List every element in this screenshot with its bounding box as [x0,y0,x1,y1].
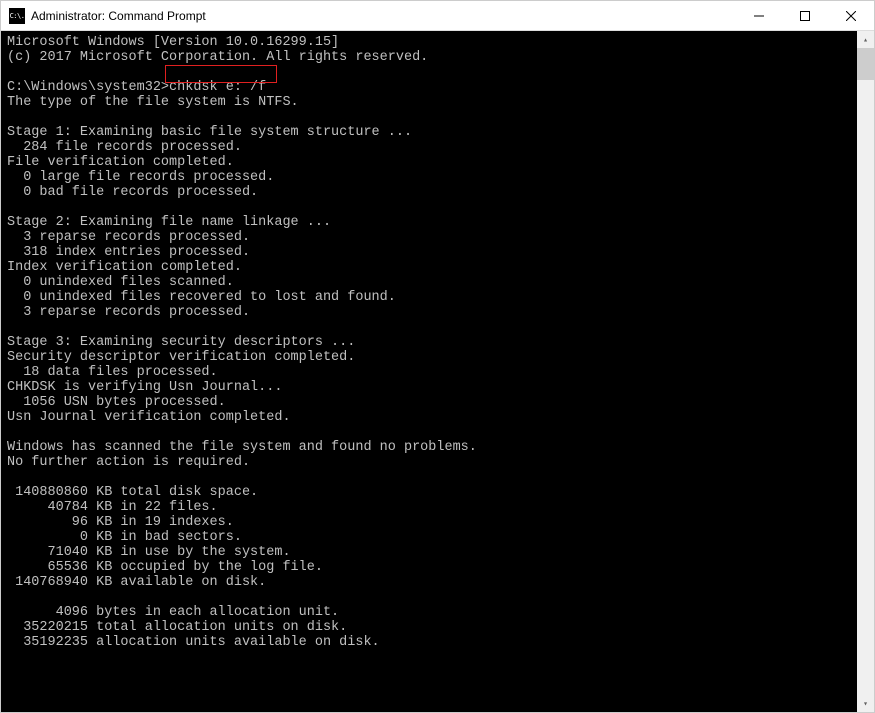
console-output[interactable]: Microsoft Windows [Version 10.0.16299.15… [1,31,857,712]
titlebar[interactable]: C:\. Administrator: Command Prompt [1,1,874,31]
close-button[interactable] [828,1,874,30]
minimize-button[interactable] [736,1,782,30]
window-controls [736,1,874,30]
scroll-up-arrow[interactable]: ▴ [857,31,874,48]
maximize-button[interactable] [782,1,828,30]
scroll-thumb[interactable] [857,48,874,80]
window-title: Administrator: Command Prompt [31,9,736,23]
console-area: Microsoft Windows [Version 10.0.16299.15… [1,31,874,712]
scroll-down-arrow[interactable]: ▾ [857,695,874,712]
scrollbar[interactable]: ▴ ▾ [857,31,874,712]
cmd-icon: C:\. [9,8,25,24]
